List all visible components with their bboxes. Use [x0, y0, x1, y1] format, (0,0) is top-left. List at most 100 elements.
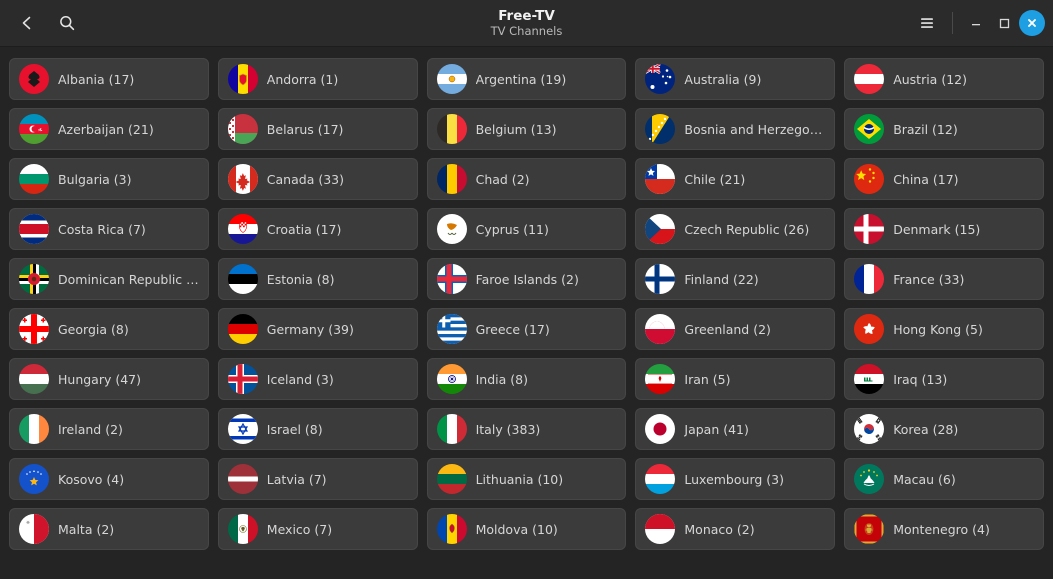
- country-card[interactable]: Monaco (2): [635, 508, 836, 550]
- country-card[interactable]: Kosovo (4): [9, 458, 209, 500]
- macau-flag-icon: [854, 464, 885, 494]
- latvia-flag-icon: [227, 464, 258, 494]
- titlebar-left-controls: [0, 6, 84, 40]
- country-card[interactable]: Macau (6): [844, 458, 1044, 500]
- close-icon: [1028, 19, 1036, 27]
- country-card[interactable]: Canada (33): [217, 158, 418, 200]
- country-card-label: Monaco (2): [684, 521, 755, 537]
- azerbaijan-flag-icon: [19, 114, 49, 144]
- country-card[interactable]: Iran (5): [635, 358, 836, 400]
- country-card[interactable]: Greenland (2): [635, 308, 836, 350]
- country-card-label: Canada (33): [266, 171, 344, 187]
- country-card[interactable]: Malta (2): [9, 508, 209, 550]
- argentina-flag-icon: [436, 64, 467, 94]
- country-card[interactable]: Lithuania (10): [426, 458, 627, 500]
- country-card[interactable]: Belarus (17): [217, 108, 418, 150]
- iceland-flag-icon: [227, 364, 258, 394]
- georgia-flag-icon: [19, 314, 49, 344]
- country-card-label: Bulgaria (3): [58, 171, 132, 187]
- germany-flag-icon: [227, 314, 258, 344]
- country-card[interactable]: Ireland (2): [9, 408, 209, 450]
- country-card[interactable]: Germany (39): [217, 308, 418, 350]
- country-card[interactable]: Andorra (1): [217, 58, 418, 100]
- bulgaria-flag-icon: [19, 164, 49, 194]
- country-card[interactable]: Chile (21): [635, 158, 836, 200]
- japan-flag-icon: [645, 414, 676, 444]
- maximize-button[interactable]: [991, 10, 1017, 36]
- country-card[interactable]: Faroe Islands (2): [426, 258, 627, 300]
- country-card[interactable]: Israel (8): [217, 408, 418, 450]
- country-card[interactable]: Croatia (17): [217, 208, 418, 250]
- country-card[interactable]: Argentina (19): [426, 58, 627, 100]
- country-card[interactable]: Iraq (13): [844, 358, 1044, 400]
- estonia-flag-icon: [227, 264, 258, 294]
- cyprus-flag-icon: [436, 214, 467, 244]
- country-card-label: Belarus (17): [266, 121, 344, 137]
- country-card[interactable]: France (33): [844, 258, 1044, 300]
- country-card[interactable]: Denmark (15): [844, 208, 1044, 250]
- country-card[interactable]: Belgium (13): [426, 108, 627, 150]
- country-card-label: Hungary (47): [58, 371, 142, 387]
- country-card[interactable]: Georgia (8): [9, 308, 209, 350]
- country-card[interactable]: Luxembourg (3): [635, 458, 836, 500]
- country-card[interactable]: Bosnia and Herzegovina (15): [635, 108, 836, 150]
- india-flag-icon: [436, 364, 467, 394]
- country-card-label: Denmark (15): [893, 221, 981, 237]
- country-card[interactable]: Mexico (7): [217, 508, 418, 550]
- iran-flag-icon: [645, 364, 676, 394]
- country-card[interactable]: India (8): [426, 358, 627, 400]
- country-card[interactable]: China (17): [844, 158, 1044, 200]
- country-card[interactable]: Korea (28): [844, 408, 1044, 450]
- country-card[interactable]: Greece (17): [426, 308, 627, 350]
- country-card-label: Azerbaijan (21): [58, 121, 154, 137]
- country-card[interactable]: Australia (9): [635, 58, 836, 100]
- country-card[interactable]: Iceland (3): [217, 358, 418, 400]
- minimize-button[interactable]: [963, 10, 989, 36]
- country-card[interactable]: Albania (17): [9, 58, 209, 100]
- country-card[interactable]: Hong Kong (5): [844, 308, 1044, 350]
- country-card[interactable]: Hungary (47): [9, 358, 209, 400]
- back-button[interactable]: [10, 6, 44, 40]
- country-card-label: Hong Kong (5): [893, 321, 983, 337]
- mexico-flag-icon: [227, 514, 258, 544]
- country-card[interactable]: Azerbaijan (21): [9, 108, 209, 150]
- greenland-flag-icon: [645, 314, 676, 344]
- country-card[interactable]: Brazil (12): [844, 108, 1044, 150]
- country-card[interactable]: Moldova (10): [426, 508, 627, 550]
- costarica-flag-icon: [19, 214, 49, 244]
- iraq-flag-icon: [854, 364, 885, 394]
- country-card[interactable]: Italy (383): [426, 408, 627, 450]
- country-card[interactable]: Finland (22): [635, 258, 836, 300]
- close-button[interactable]: [1019, 10, 1045, 36]
- country-card-label: Iceland (3): [266, 371, 334, 387]
- country-card[interactable]: Austria (12): [844, 58, 1044, 100]
- country-card-label: Lithuania (10): [475, 471, 564, 487]
- chile-flag-icon: [645, 164, 676, 194]
- country-card[interactable]: Montenegro (4): [844, 508, 1044, 550]
- country-card[interactable]: Estonia (8): [217, 258, 418, 300]
- country-card[interactable]: Dominican Republic (1): [9, 258, 209, 300]
- country-card[interactable]: Czech Republic (26): [635, 208, 836, 250]
- australia-flag-icon: [645, 64, 676, 94]
- kosovo-flag-icon: [19, 464, 49, 494]
- albania-flag-icon: [19, 64, 49, 94]
- country-card[interactable]: Cyprus (11): [426, 208, 627, 250]
- country-card-label: Greece (17): [475, 321, 550, 337]
- country-card-label: Greenland (2): [684, 321, 771, 337]
- minimize-icon: [972, 24, 980, 26]
- country-card-label: Faroe Islands (2): [475, 271, 579, 287]
- italy-flag-icon: [436, 414, 467, 444]
- country-card-label: Bosnia and Herzegovina (15): [684, 121, 825, 137]
- country-card-label: Moldova (10): [475, 521, 558, 537]
- country-card-label: Mexico (7): [266, 521, 333, 537]
- titlebar-right-controls: [910, 6, 1053, 40]
- country-card[interactable]: Chad (2): [426, 158, 627, 200]
- czech-flag-icon: [645, 214, 676, 244]
- country-card[interactable]: Bulgaria (3): [9, 158, 209, 200]
- menu-button[interactable]: [910, 6, 944, 40]
- country-card[interactable]: Japan (41): [635, 408, 836, 450]
- france-flag-icon: [854, 264, 885, 294]
- country-card[interactable]: Costa Rica (7): [9, 208, 209, 250]
- country-card[interactable]: Latvia (7): [217, 458, 418, 500]
- search-button[interactable]: [50, 6, 84, 40]
